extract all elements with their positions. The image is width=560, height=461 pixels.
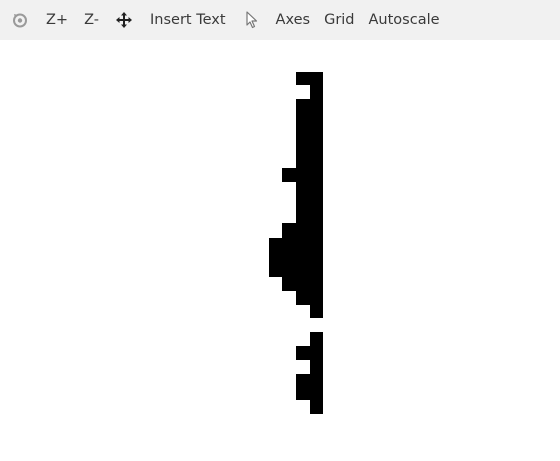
axes-button[interactable]: Axes <box>275 6 312 34</box>
reset-icon <box>11 11 29 29</box>
pointer-icon <box>243 11 261 29</box>
toolbar: Z+ Z- Insert Text Axes Grid Autoscale <box>0 0 560 40</box>
shape-drawing <box>269 72 323 414</box>
move-icon <box>115 11 133 29</box>
autoscale-button[interactable]: Autoscale <box>368 6 441 34</box>
grid-button[interactable]: Grid <box>323 6 355 34</box>
black-pixel-shape <box>269 72 323 414</box>
insert-text-button[interactable]: Insert Text <box>149 6 227 34</box>
zoom-in-button[interactable]: Z+ <box>45 6 69 34</box>
drawing-canvas[interactable] <box>0 40 560 461</box>
pan-button[interactable] <box>114 6 134 34</box>
select-button[interactable] <box>243 6 261 34</box>
reset-view-button[interactable] <box>10 6 30 34</box>
zoom-out-button[interactable]: Z- <box>83 6 100 34</box>
